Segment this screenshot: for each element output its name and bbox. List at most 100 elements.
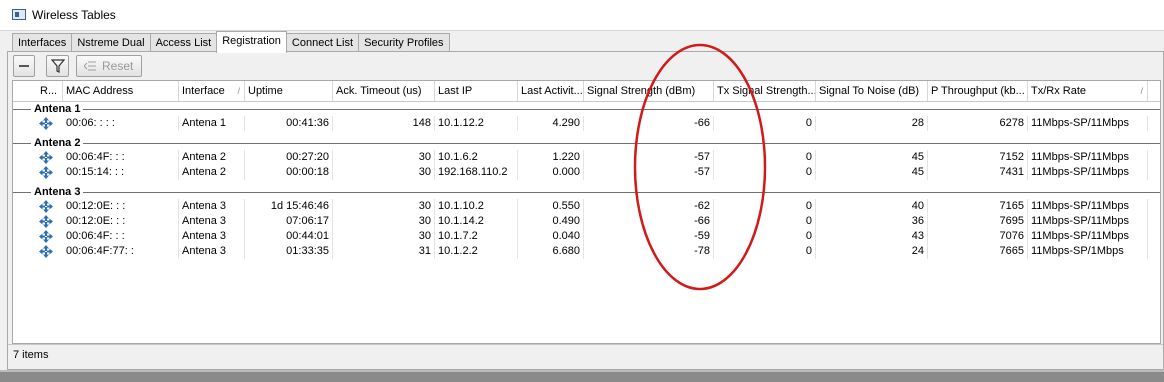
- cell-p-throughput: 7431: [928, 165, 1028, 180]
- group-divider: [13, 192, 1160, 193]
- cell-interface: Antena 3: [179, 214, 245, 229]
- cell-interface: Antena 3: [179, 244, 245, 259]
- cell-ack-timeout: 30: [333, 150, 435, 165]
- group-label: Antena 2: [31, 136, 84, 150]
- cell-last-activity: 4.290: [518, 116, 584, 131]
- window-titlebar: Wireless Tables: [0, 0, 1164, 31]
- col-ack-timeout-header-label: Ack. Timeout (us): [336, 85, 422, 97]
- sort-indicator: /: [237, 86, 240, 96]
- col-r-header-label: R...: [40, 85, 58, 97]
- col-signal-to-noise-header-label: Signal To Noise (dB): [819, 85, 920, 97]
- group-divider: [13, 143, 1160, 144]
- cell-tx-signal-strength: 0: [714, 244, 816, 259]
- cell-interface: Antena 1: [179, 116, 245, 131]
- reset-label: Reset: [102, 59, 134, 73]
- table-row[interactable]: 00:06:4F: : : Antena 3 00:44:01 30 10.1.7.2…: [13, 229, 1160, 244]
- cell-last-ip: 10.1.2.2: [435, 244, 518, 259]
- cell-mac-address: 00:06:4F:77: :: [63, 244, 179, 259]
- group-header: Antena 2: [13, 136, 1160, 150]
- cell-ack-timeout: 30: [333, 199, 435, 214]
- cell-uptime: 07:06:17: [245, 214, 333, 229]
- cell-last-activity: 0.000: [518, 165, 584, 180]
- cell-p-throughput: 7665: [928, 244, 1028, 259]
- reset-icon: [84, 61, 96, 71]
- cell-ack-timeout: 30: [333, 229, 435, 244]
- cell-uptime: 00:27:20: [245, 150, 333, 165]
- col-tx-signal-strength-header[interactable]: Tx Signal Strength...: [714, 81, 816, 101]
- tab-registration[interactable]: Registration: [216, 31, 287, 53]
- filter-icon: [51, 59, 65, 73]
- cell-tx-rx-rate: 11Mbps-SP/11Mbps: [1028, 199, 1148, 214]
- cell-last-ip: 10.1.7.2: [435, 229, 518, 244]
- col-ack-timeout-header[interactable]: Ack. Timeout (us): [333, 81, 435, 101]
- col-last-activity-header-label: Last Activit...: [521, 85, 583, 97]
- col-p-throughput-header[interactable]: P Throughput (kb...: [928, 81, 1028, 101]
- col-signal-strength-header[interactable]: Signal Strength (dBm): [584, 81, 714, 101]
- tab-nstreme-dual[interactable]: Nstreme Dual: [71, 33, 151, 53]
- tab-security-profiles[interactable]: Security Profiles: [358, 33, 450, 53]
- col-tx-rx-rate-header[interactable]: Tx/Rx Rate /: [1028, 81, 1148, 101]
- tab-access-list[interactable]: Access List: [149, 33, 218, 53]
- col-signal-to-noise-header[interactable]: Signal To Noise (dB): [816, 81, 928, 101]
- col-interface-header-label: Interface: [182, 85, 225, 97]
- cell-tx-signal-strength: 0: [714, 229, 816, 244]
- table-row[interactable]: 00:06: : : : Antena 1 00:41:36 148 10.1.12.…: [13, 116, 1160, 131]
- col-uptime-header-label: Uptime: [248, 85, 283, 97]
- col-tx-signal-strength-header-label: Tx Signal Strength...: [717, 85, 816, 97]
- cell-signal-to-noise: 28: [816, 116, 928, 131]
- tab-interfaces[interactable]: Interfaces: [12, 33, 73, 53]
- cell-signal-strength: -78: [584, 244, 714, 259]
- wireless-client-icon: [39, 151, 53, 164]
- col-interface-header[interactable]: Interface /: [179, 81, 245, 101]
- cell-uptime: 01:33:35: [245, 244, 333, 259]
- registration-panel: Reset R... MAC Address Interface / Uptime Ack…: [7, 51, 1164, 370]
- col-mac-address-header[interactable]: MAC Address: [63, 81, 179, 101]
- cell-mac-address: 00:06:4F: : :: [63, 150, 179, 165]
- col-r-header[interactable]: R...: [37, 81, 63, 101]
- cell-tx-rx-rate: 11Mbps-SP/11Mbps: [1028, 150, 1148, 165]
- col-last-ip-header-label: Last IP: [438, 85, 473, 97]
- table-row[interactable]: 00:12:0E: : : Antena 3 1d 15:46:46 30 10.1.…: [13, 199, 1160, 214]
- cell-last-activity: 0.040: [518, 229, 584, 244]
- cell-interface: Antena 2: [179, 165, 245, 180]
- cell-signal-to-noise: 43: [816, 229, 928, 244]
- cell-uptime: 1d 15:46:46: [245, 199, 333, 214]
- remove-button[interactable]: [13, 55, 35, 77]
- cell-signal-to-noise: 45: [816, 150, 928, 165]
- wireless-client-icon: [39, 200, 53, 213]
- items-count: 7 items: [13, 349, 49, 361]
- table-row[interactable]: 00:12:0E: : : Antena 3 07:06:17 30 10.1.14.…: [13, 214, 1160, 229]
- tab-bar: Interfaces Nstreme Dual Access List Registr…: [12, 31, 450, 53]
- cell-tx-signal-strength: 0: [714, 150, 816, 165]
- sort-indicator: /: [1140, 86, 1143, 96]
- cell-signal-strength: -57: [584, 150, 714, 165]
- cell-last-activity: 1.220: [518, 150, 584, 165]
- cell-signal-to-noise: 40: [816, 199, 928, 214]
- col-last-activity-header[interactable]: Last Activit...: [518, 81, 584, 101]
- table-row[interactable]: 00:15:14: : : Antena 2 00:00:18 30 192.168.…: [13, 165, 1160, 180]
- table-row[interactable]: 00:06:4F: : : Antena 2 00:27:20 30 10.1.6.2…: [13, 150, 1160, 165]
- cell-p-throughput: 6278: [928, 116, 1028, 131]
- col-uptime-header[interactable]: Uptime: [245, 81, 333, 101]
- cell-mac-address: 00:06:4F: : :: [63, 229, 179, 244]
- cell-last-ip: 10.1.12.2: [435, 116, 518, 131]
- cell-last-activity: 6.680: [518, 244, 584, 259]
- reset-button[interactable]: Reset: [76, 55, 142, 77]
- table-row[interactable]: 00:06:4F:77: : Antena 3 01:33:35 31 10.1.2.…: [13, 244, 1160, 259]
- cell-tx-signal-strength: 0: [714, 199, 816, 214]
- col-last-ip-header[interactable]: Last IP: [435, 81, 518, 101]
- cell-tx-rx-rate: 11Mbps-SP/11Mbps: [1028, 165, 1148, 180]
- cell-last-ip: 192.168.110.2: [435, 165, 518, 180]
- cell-tx-rx-rate: 11Mbps-SP/11Mbps: [1028, 229, 1148, 244]
- group-divider: [13, 109, 1160, 110]
- cell-last-activity: 0.550: [518, 199, 584, 214]
- filter-button[interactable]: [46, 55, 69, 77]
- cell-signal-strength: -66: [584, 214, 714, 229]
- wireless-client-icon: [39, 245, 53, 258]
- cell-tx-rx-rate: 11Mbps-SP/1Mbps: [1028, 244, 1148, 259]
- wireless-client-icon: [39, 230, 53, 243]
- tab-connect-list[interactable]: Connect List: [285, 33, 360, 53]
- cell-interface: Antena 2: [179, 150, 245, 165]
- cell-last-ip: 10.1.14.2: [435, 214, 518, 229]
- cell-mac-address: 00:06: : : :: [63, 116, 179, 131]
